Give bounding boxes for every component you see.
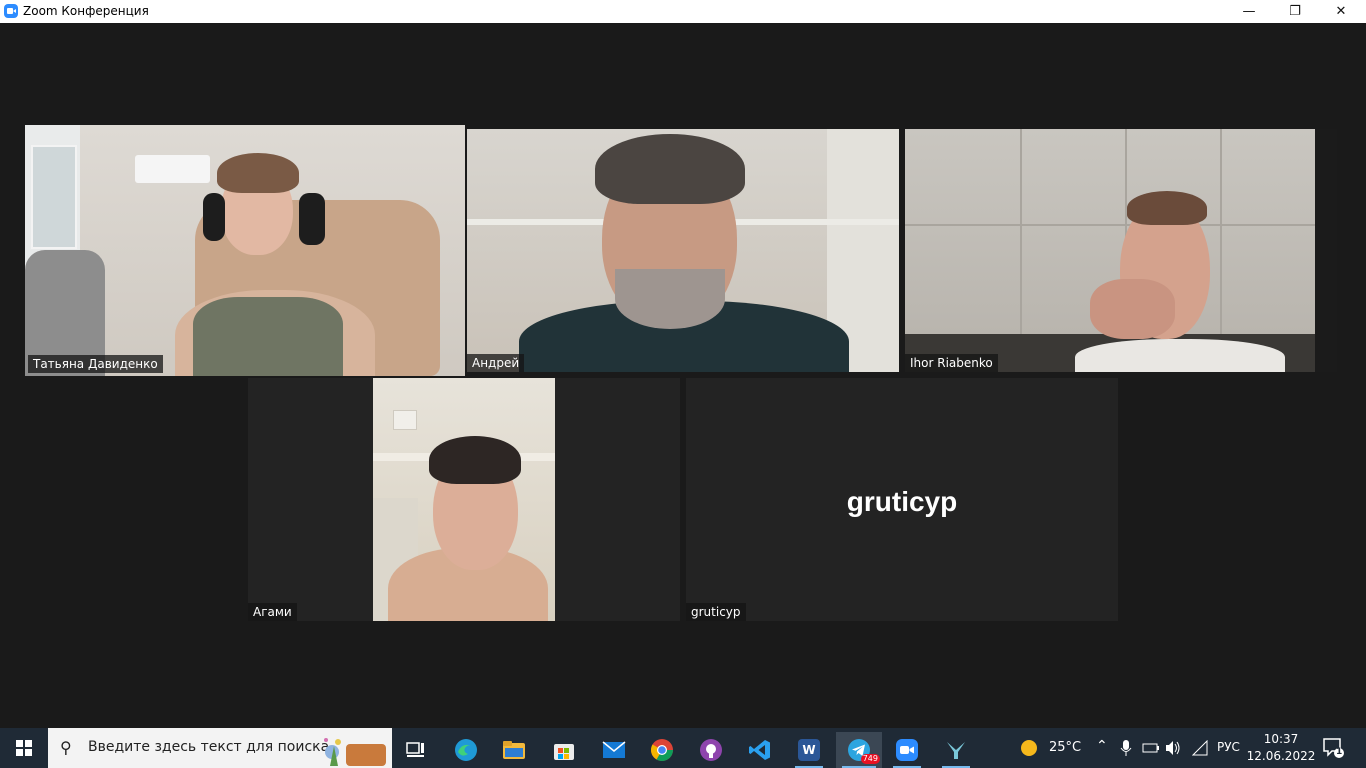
task-view-icon	[406, 742, 424, 757]
restore-button[interactable]: ❐	[1272, 0, 1318, 23]
taskbar-search-box[interactable]: ⚲ Введите здесь текст для поиска	[48, 728, 392, 768]
zoom-taskbar-button[interactable]	[887, 732, 927, 768]
edge-taskbar-button[interactable]	[446, 732, 486, 768]
mail-taskbar-button[interactable]	[594, 732, 634, 768]
vscode-icon	[749, 740, 770, 760]
weather-temperature[interactable]: 25°C	[1049, 740, 1081, 755]
participant-display-name: gruticyp	[846, 486, 958, 517]
network-wifi-icon[interactable]	[1192, 740, 1208, 756]
word-taskbar-button[interactable]: W	[789, 732, 829, 768]
microphone-icon[interactable]	[1120, 740, 1132, 757]
participant-name-label: Андрей	[467, 354, 525, 372]
store-icon	[554, 744, 574, 760]
participant-tile-ihor[interactable]: Ihor Riabenko	[905, 129, 1337, 372]
minimize-button[interactable]: —	[1226, 0, 1272, 23]
weather-sun-icon[interactable]	[1020, 739, 1038, 757]
search-highlight-illustration-icon	[324, 738, 386, 766]
start-button[interactable]	[0, 728, 48, 768]
vscode-taskbar-button[interactable]	[740, 732, 780, 768]
taskbar-clock[interactable]: 10:37 12.06.2022	[1245, 731, 1317, 765]
windows-taskbar: ⚲ Введите здесь текст для поиска W 749 2…	[0, 728, 1366, 768]
participant-tile-agami[interactable]: Агами	[248, 378, 680, 621]
window-title-bar: Zoom Конференция — ❐ ✕	[0, 0, 1366, 23]
participant-video	[373, 378, 555, 621]
zoom-icon	[896, 739, 918, 761]
participant-tile-andrey[interactable]: Андрей	[467, 129, 899, 372]
input-language-indicator[interactable]: РУС	[1217, 740, 1240, 754]
app-taskbar-button[interactable]	[936, 732, 976, 768]
participant-tile-gruticyp[interactable]: gruticyp gruticyp	[686, 378, 1118, 621]
telegram-unread-badge: 749	[860, 754, 880, 764]
chrome-taskbar-button[interactable]	[642, 732, 682, 768]
store-taskbar-button[interactable]	[544, 732, 584, 768]
search-icon: ⚲	[60, 738, 72, 757]
app-icon	[947, 742, 965, 759]
github-icon	[700, 739, 722, 761]
meeting-gallery-view: Татьяна Давиденко Андрей Ihor Riabenko А…	[0, 23, 1366, 728]
battery-icon[interactable]	[1142, 741, 1160, 755]
zoom-icon	[4, 4, 18, 18]
participant-name-label: Татьяна Давиденко	[28, 355, 163, 373]
edge-icon	[455, 739, 477, 761]
clock-date: 12.06.2022	[1246, 749, 1316, 763]
volume-icon[interactable]	[1165, 740, 1183, 756]
word-icon: W	[798, 739, 820, 761]
participant-video	[25, 125, 465, 376]
github-taskbar-button[interactable]	[691, 732, 731, 768]
telegram-taskbar-button[interactable]: 749	[836, 732, 882, 768]
notifications-count: 1	[1336, 747, 1343, 757]
participant-name-label: Ihor Riabenko	[905, 354, 998, 372]
close-button[interactable]: ✕	[1318, 0, 1364, 23]
search-placeholder: Введите здесь текст для поиска	[88, 739, 330, 755]
clock-time: 10:37	[1263, 732, 1299, 746]
participant-name-label: Агами	[248, 603, 297, 621]
participant-video	[905, 129, 1337, 372]
window-title: Zoom Конференция	[23, 4, 149, 18]
task-view-button[interactable]	[396, 732, 436, 768]
participant-name-label: gruticyp	[686, 603, 746, 621]
folder-icon	[503, 741, 525, 759]
chevron-up-icon[interactable]: ⌃	[1096, 738, 1108, 754]
windows-logo-icon	[16, 740, 32, 756]
chrome-icon	[651, 739, 673, 761]
participant-tile-tatiana[interactable]: Татьяна Давиденко	[25, 125, 465, 376]
file-explorer-taskbar-button[interactable]	[494, 732, 534, 768]
participant-video	[467, 129, 899, 372]
mail-icon	[602, 741, 626, 758]
